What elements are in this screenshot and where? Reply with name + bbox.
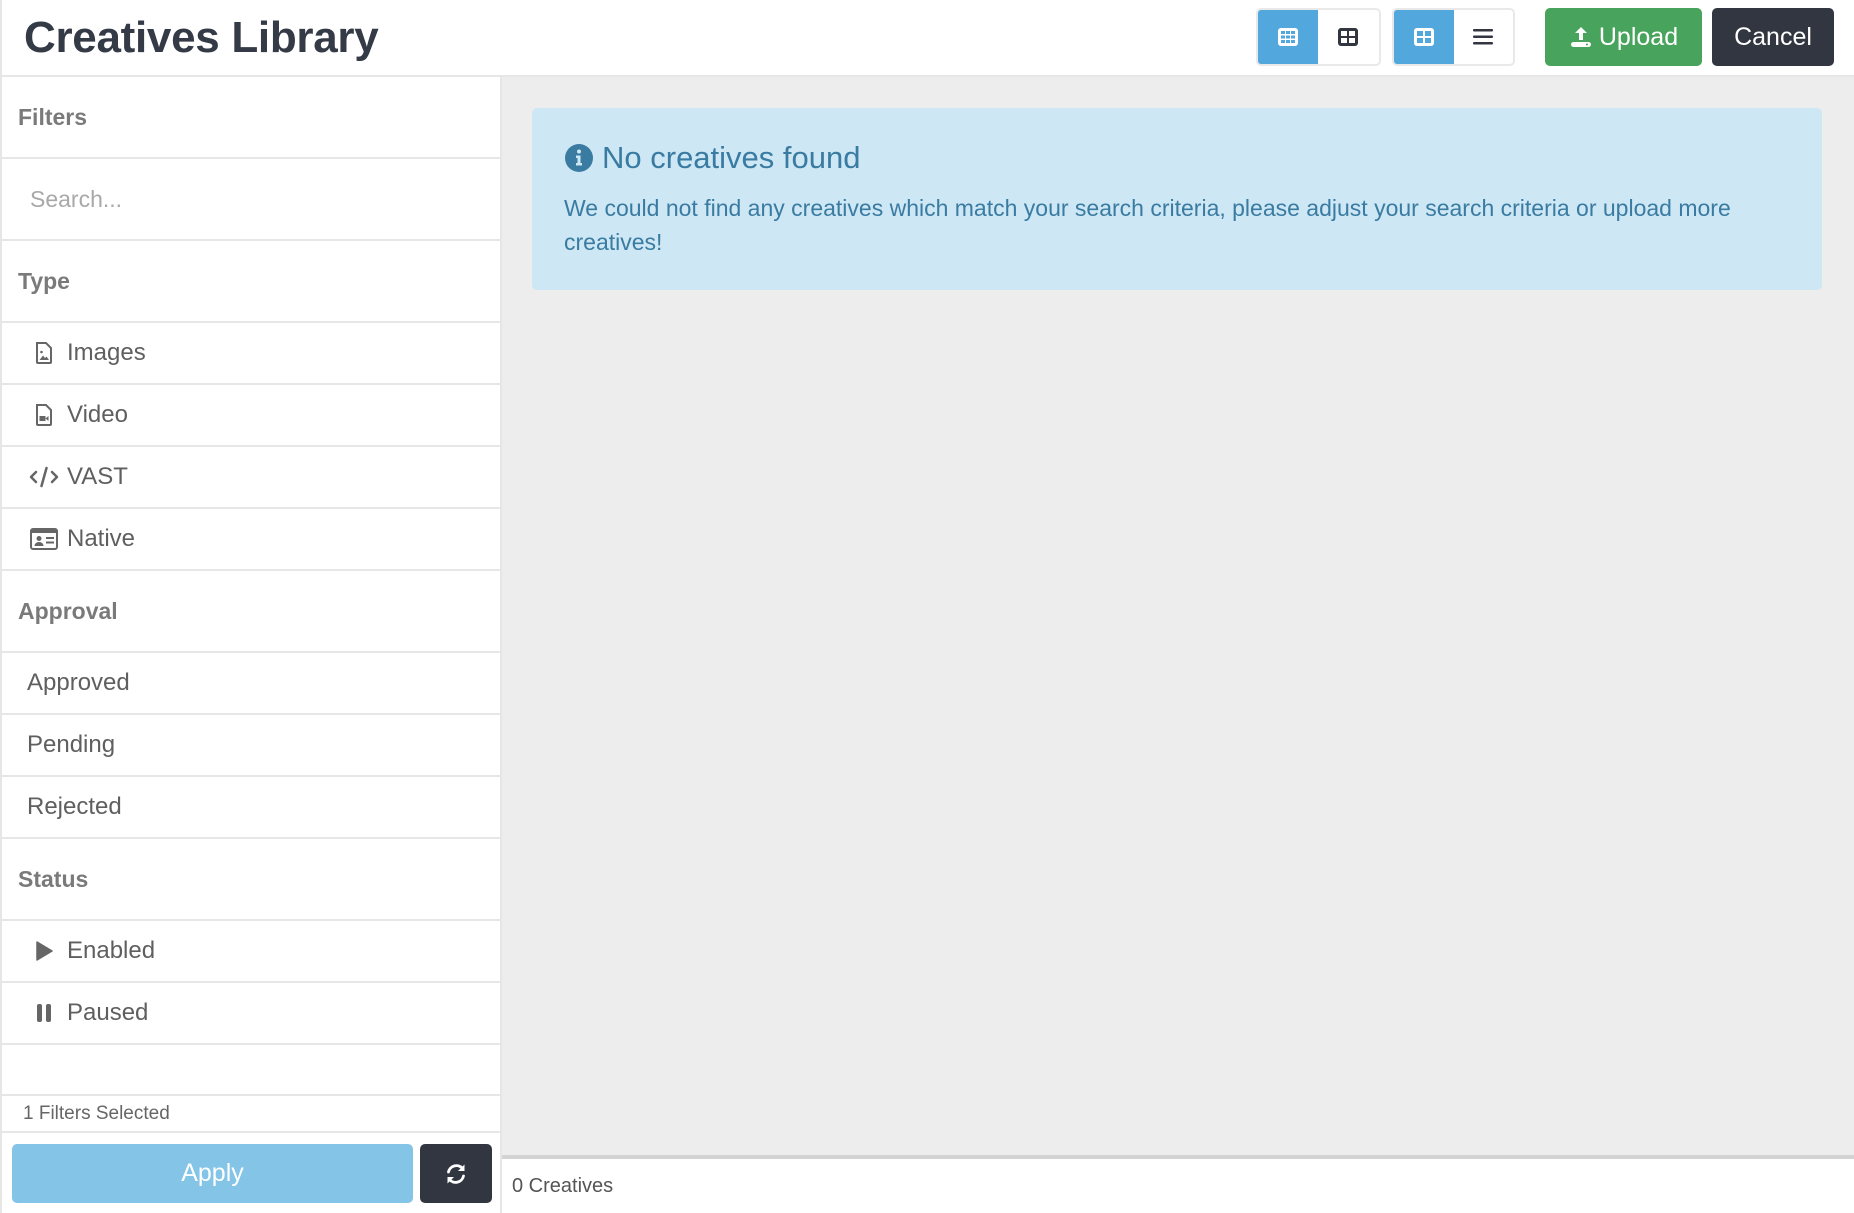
grid-small-icon bbox=[1278, 28, 1298, 46]
alert-title-text: No creatives found bbox=[602, 140, 861, 175]
upload-label: Upload bbox=[1598, 22, 1679, 51]
file-video-icon bbox=[19, 404, 69, 426]
search-input[interactable] bbox=[2, 159, 500, 239]
page-title: Creatives Library bbox=[24, 13, 379, 62]
grid-view-toggle-button[interactable] bbox=[1394, 10, 1454, 64]
status-heading: Status bbox=[2, 839, 500, 921]
approval-heading: Approval bbox=[2, 571, 500, 653]
refresh-icon bbox=[447, 1163, 465, 1184]
filter-label: Video bbox=[67, 401, 128, 428]
filters-sidebar: Filters Type Images Video bbox=[0, 77, 502, 1213]
filter-type-video[interactable]: Video bbox=[2, 385, 500, 447]
filter-status-enabled[interactable]: Enabled bbox=[2, 921, 500, 983]
grid-large-icon bbox=[1338, 28, 1358, 46]
filter-label: Native bbox=[67, 525, 136, 552]
sidebar-spacer bbox=[2, 1045, 500, 1096]
creatives-count: 0 Creatives bbox=[512, 1174, 614, 1197]
play-icon bbox=[19, 940, 69, 962]
reset-filters-button[interactable] bbox=[420, 1144, 492, 1203]
filter-label: Enabled bbox=[67, 937, 156, 964]
filters-selected-count: 1 Filters Selected bbox=[2, 1096, 500, 1133]
alert-body: We could not find any creatives which ma… bbox=[564, 195, 1731, 255]
main-content: No creatives found We could not find any… bbox=[502, 77, 1854, 1213]
no-results-alert: No creatives found We could not find any… bbox=[532, 108, 1822, 290]
filter-type-vast[interactable]: VAST bbox=[2, 447, 500, 509]
filter-approval-rejected[interactable]: Rejected bbox=[2, 777, 500, 839]
upload-button[interactable]: Upload bbox=[1545, 8, 1702, 66]
layout-toggle-group bbox=[1392, 8, 1515, 66]
filter-type-native[interactable]: Native bbox=[2, 509, 500, 571]
filter-type-images[interactable]: Images bbox=[2, 323, 500, 385]
list-view-toggle-button[interactable] bbox=[1454, 10, 1514, 64]
results-footer: 0 Creatives bbox=[502, 1155, 1854, 1213]
alert-title: No creatives found bbox=[564, 140, 860, 176]
filter-label: Paused bbox=[67, 999, 149, 1026]
pause-icon bbox=[19, 1003, 69, 1023]
filter-approval-approved[interactable]: Approved bbox=[2, 653, 500, 715]
list-view-icon bbox=[1473, 29, 1494, 45]
filter-status-paused[interactable]: Paused bbox=[2, 983, 500, 1045]
density-toggle-group bbox=[1256, 8, 1381, 66]
apply-button[interactable]: Apply bbox=[12, 1144, 413, 1203]
code-icon bbox=[19, 465, 69, 489]
filter-label: VAST bbox=[67, 463, 128, 490]
filters-heading: Filters bbox=[2, 77, 500, 159]
id-card-icon bbox=[19, 528, 69, 550]
cancel-button[interactable]: Cancel bbox=[1712, 8, 1834, 66]
grid-view-icon bbox=[1413, 28, 1434, 46]
search-row bbox=[2, 159, 500, 241]
filter-approval-pending[interactable]: Pending bbox=[2, 715, 500, 777]
small-grid-toggle-button[interactable] bbox=[1258, 10, 1318, 64]
large-grid-toggle-button[interactable] bbox=[1318, 10, 1378, 64]
info-circle-icon bbox=[564, 143, 594, 173]
upload-icon bbox=[1570, 27, 1591, 47]
filter-label: Images bbox=[67, 339, 146, 366]
type-heading: Type bbox=[2, 241, 500, 323]
header-bar: Creatives Library Upload Cancel bbox=[0, 0, 1854, 77]
file-image-icon bbox=[19, 342, 69, 364]
